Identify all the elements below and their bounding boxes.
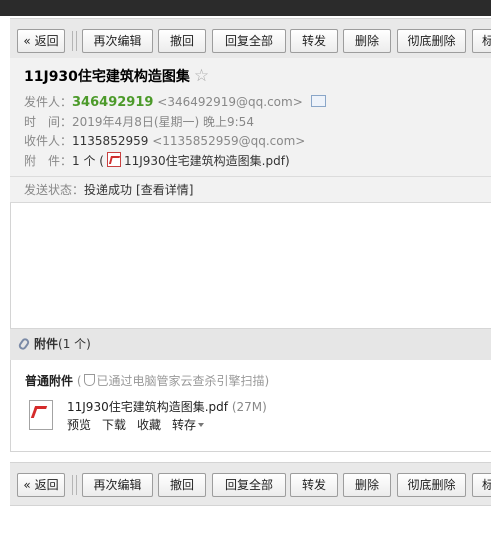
scan-prefix: ( (76, 374, 82, 388)
reply-all-button[interactable]: 回复全部 (212, 29, 286, 53)
reedit-button[interactable]: 再次编辑 (82, 473, 153, 497)
pdf-file-icon[interactable] (29, 400, 55, 430)
more-button[interactable]: 标 (472, 473, 491, 497)
attachments-count: (1 个) (58, 337, 91, 351)
top-toolbar: « 返回 再次编辑 撤回 回复全部 转发 删除 彻底删除 标 (10, 18, 491, 62)
recipient-name[interactable]: 1135852959 (72, 134, 148, 148)
attachment-actions: 预览 下载 收藏 转存 (67, 416, 215, 433)
attachment-type-label: 普通附件 ( 已通过电脑管家云查杀引擎扫描) (25, 372, 269, 389)
recipient-email[interactable]: <1135852959@qq.com> (152, 134, 305, 148)
toolbar-divider (72, 475, 73, 495)
preview-link[interactable]: 预览 (67, 418, 91, 432)
attachment-file-name[interactable]: 11J930住宅建筑构造图集.pdf (67, 400, 228, 414)
sender-name[interactable]: 346492919 (72, 95, 153, 110)
toolbar-divider (76, 475, 77, 495)
attachment-file-size: (27M) (231, 400, 267, 414)
sender-row: 发件人：346492919 <346492919@qq.com> (24, 93, 326, 110)
scan-note: 已通过电脑管家云查杀引擎扫描) (96, 374, 270, 388)
toolbar-divider (76, 31, 77, 51)
delete-permanently-button[interactable]: 彻底删除 (397, 473, 466, 497)
reedit-button[interactable]: 再次编辑 (82, 29, 153, 53)
attachment-file: 11J930住宅建筑构造图集.pdf (27M) (67, 398, 267, 415)
toolbar-divider (72, 31, 73, 51)
status-value: 投递成功 (84, 183, 133, 197)
save-to-label: 转存 (172, 418, 197, 432)
delete-permanently-button[interactable]: 彻底删除 (397, 29, 466, 53)
mail-header: 11J930住宅建筑构造图集 ☆ 发件人：346492919 <346492919… (10, 58, 491, 203)
save-to-dropdown[interactable]: 转存 (172, 418, 205, 432)
recall-button[interactable]: 撤回 (158, 473, 206, 497)
normal-attachment-label: 普通附件 (25, 374, 74, 388)
attachment-row: 附 件：1 个 ( 11J930住宅建筑构造图集.pdf) (24, 152, 290, 169)
delete-button[interactable]: 删除 (343, 29, 391, 53)
status-label: 发送状态： (24, 183, 85, 197)
send-status-bar: 发送状态：投递成功 [查看详情] (10, 176, 491, 203)
window-top-strip (0, 0, 491, 16)
attachments-header: 附件(1 个) (10, 328, 491, 360)
contact-card-icon[interactable] (310, 95, 326, 107)
time-row: 时 间：2019年4月8日(星期一) 晚上9:54 (24, 113, 254, 130)
forward-button[interactable]: 转发 (290, 473, 338, 497)
time-value: 2019年4月8日(星期一) 晚上9:54 (72, 115, 254, 129)
pdf-icon (106, 152, 121, 167)
sender-label: 发件人： (24, 95, 73, 109)
back-button[interactable]: « 返回 (17, 29, 65, 53)
star-icon[interactable]: ☆ (194, 66, 209, 86)
recipient-row: 收件人：1135852959 <1135852959@qq.com> (24, 132, 305, 149)
chevron-down-icon (198, 423, 205, 427)
download-link[interactable]: 下载 (102, 418, 126, 432)
forward-button[interactable]: 转发 (290, 29, 338, 53)
time-label: 时 间： (24, 115, 73, 129)
mail-subject: 11J930住宅建筑构造图集 ☆ (24, 66, 209, 86)
attachment-inline-link[interactable]: 11J930住宅建筑构造图集.pdf (124, 154, 285, 168)
content-border (10, 203, 11, 328)
attachment-close: ) (284, 154, 290, 168)
recall-button[interactable]: 撤回 (158, 29, 206, 53)
collect-link[interactable]: 收藏 (137, 418, 161, 432)
paperclip-icon (17, 336, 31, 352)
shield-icon (83, 374, 95, 386)
delete-button[interactable]: 删除 (343, 473, 391, 497)
subject-text: 11J930住宅建筑构造图集 (24, 69, 190, 85)
recipient-label: 收件人： (24, 134, 73, 148)
reply-all-button[interactable]: 回复全部 (212, 473, 286, 497)
attachment-label: 附 件： (24, 154, 73, 168)
attachments-body: 普通附件 ( 已通过电脑管家云查杀引擎扫描) 11J930住宅建筑构造图集.pdf… (10, 360, 491, 452)
back-button[interactable]: « 返回 (17, 473, 65, 497)
attachment-count: 1 个 ( (72, 154, 104, 168)
more-button[interactable]: 标 (472, 29, 491, 53)
attachments-title: 附件 (34, 337, 59, 351)
bottom-toolbar: « 返回 再次编辑 撤回 回复全部 转发 删除 彻底删除 标 (10, 462, 491, 506)
status-details-link[interactable]: [查看详情] (136, 183, 193, 197)
sender-email[interactable]: <346492919@qq.com> (157, 95, 303, 109)
